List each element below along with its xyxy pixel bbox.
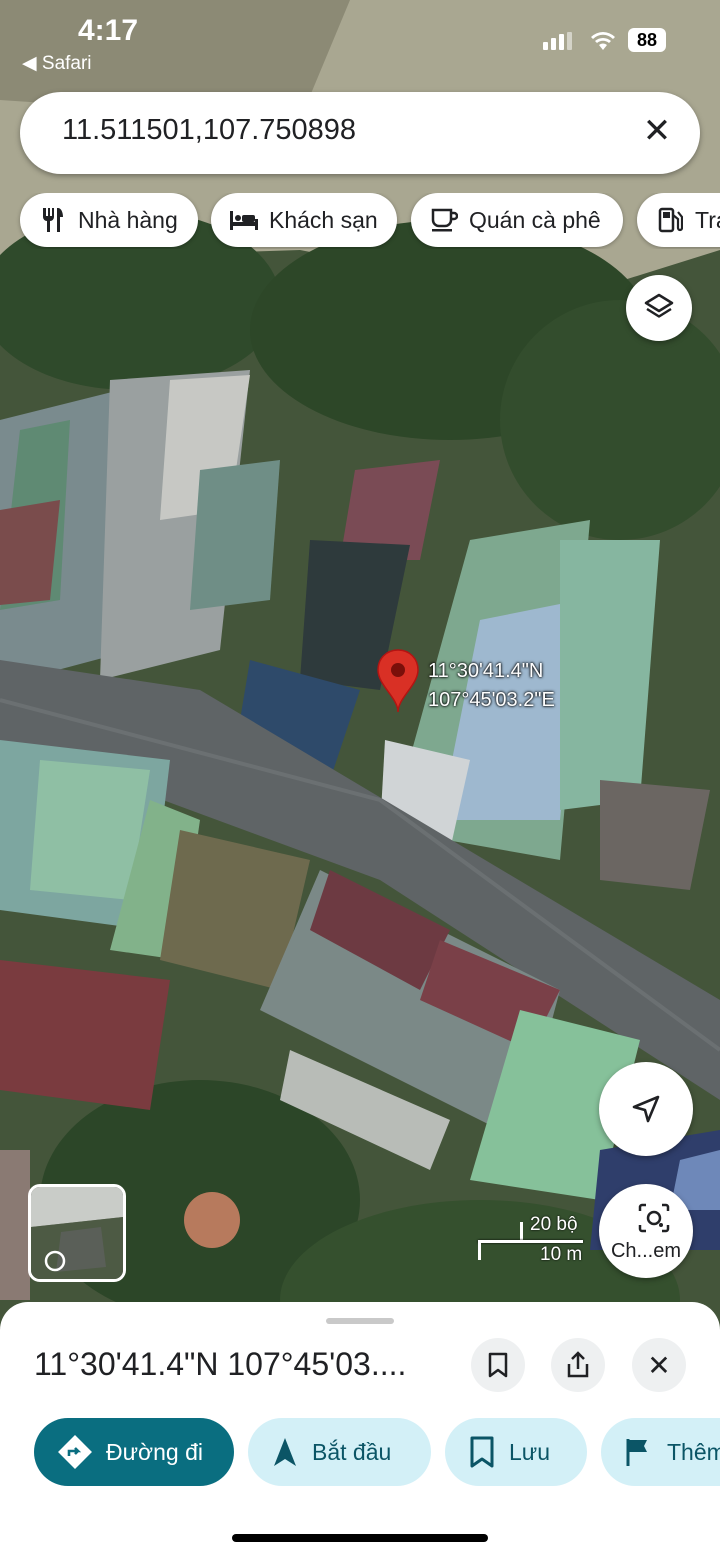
restaurant-icon	[38, 205, 68, 235]
scale-feet: 20 bộ	[530, 1214, 578, 1235]
start-label: Bắt đầu	[312, 1438, 392, 1465]
sheet-drag-handle[interactable]	[326, 1318, 394, 1324]
save-bookmark-button[interactable]	[471, 1338, 525, 1392]
map-layers-button[interactable]	[626, 275, 692, 341]
start-navigation-button[interactable]: Bắt đầu	[248, 1418, 431, 1486]
save-label: Lưu	[509, 1438, 550, 1465]
cellular-signal-icon	[543, 32, 575, 55]
directions-label: Đường đi	[106, 1438, 203, 1465]
pin-coordinate-label: 11°30'41.4"N 107°45'03.2"E	[428, 657, 555, 715]
wifi-icon	[591, 32, 615, 50]
close-icon: ✕	[647, 1349, 671, 1381]
pin-longitude: 107°45'03.2"E	[428, 689, 555, 711]
bookmark-icon	[488, 1352, 508, 1378]
back-app-label: Safari	[41, 53, 92, 74]
chip-label: Khách sạn	[269, 206, 378, 233]
search-bar[interactable]: 11.511501,107.750898 ✕	[20, 92, 700, 174]
pin-latitude: 11°30'41.4"N	[428, 660, 544, 682]
share-button[interactable]	[551, 1338, 605, 1392]
hotel-icon	[229, 205, 259, 235]
close-icon[interactable]: ✕	[640, 114, 674, 148]
chip-label: Nhà hàng	[78, 206, 178, 233]
coffee-icon	[429, 205, 459, 235]
chip-coffee[interactable]: Quán cà phê	[411, 193, 623, 247]
chip-restaurants[interactable]: Nhà hàng	[20, 193, 198, 247]
search-query[interactable]: 11.511501,107.750898	[62, 114, 356, 147]
chip-label: Trạ	[695, 206, 720, 233]
street-view-thumbnail[interactable]	[28, 1184, 126, 1282]
directions-icon	[58, 1435, 92, 1469]
chip-gas-stations[interactable]: Trạ	[637, 193, 720, 247]
scale-meters: 10 m	[540, 1244, 583, 1265]
place-title: 11°30'41.4"N 107°45'03....	[34, 1346, 407, 1382]
close-sheet-button[interactable]: ✕	[632, 1338, 686, 1392]
navigation-arrow-icon	[632, 1095, 660, 1123]
navigation-arrow-icon	[272, 1436, 298, 1468]
camera-search-button[interactable]: Ch...em	[599, 1184, 693, 1278]
bookmark-icon	[469, 1436, 495, 1468]
place-actions: Đường đi Bắt đầu Lưu Thêm	[0, 1418, 720, 1486]
layers-icon	[644, 293, 674, 318]
dropped-pin-marker[interactable]	[376, 648, 420, 714]
street-view-image	[31, 1187, 123, 1279]
my-location-button[interactable]	[599, 1062, 693, 1156]
add-label-text: Thêm	[667, 1438, 720, 1465]
status-bar: 4:17 ◀ Safari 88	[0, 0, 720, 80]
battery-indicator: 88	[628, 28, 666, 52]
back-to-app-link[interactable]: ◀ Safari	[22, 52, 92, 75]
add-label-button[interactable]: Thêm	[601, 1418, 720, 1486]
chip-label: Quán cà phê	[469, 206, 601, 233]
camera-search-label: Ch...em	[610, 1240, 682, 1262]
home-indicator	[232, 1534, 488, 1542]
camera-lens-icon	[638, 1203, 670, 1233]
gas-station-icon	[655, 205, 685, 235]
place-bottom-sheet[interactable]: 11°30'41.4"N 107°45'03.... ✕ Đường đi Bắ…	[0, 1302, 720, 1557]
flag-icon	[625, 1437, 653, 1467]
category-chips: Nhà hàng Khách sạn Quán cà phê Trạ	[0, 193, 720, 249]
status-time: 4:17	[78, 14, 139, 47]
directions-button[interactable]: Đường đi	[34, 1418, 234, 1486]
share-icon	[567, 1351, 589, 1378]
save-place-button[interactable]: Lưu	[445, 1418, 587, 1486]
chip-hotels[interactable]: Khách sạn	[211, 193, 397, 247]
map-scale: 20 bộ 10 m	[478, 1214, 588, 1265]
